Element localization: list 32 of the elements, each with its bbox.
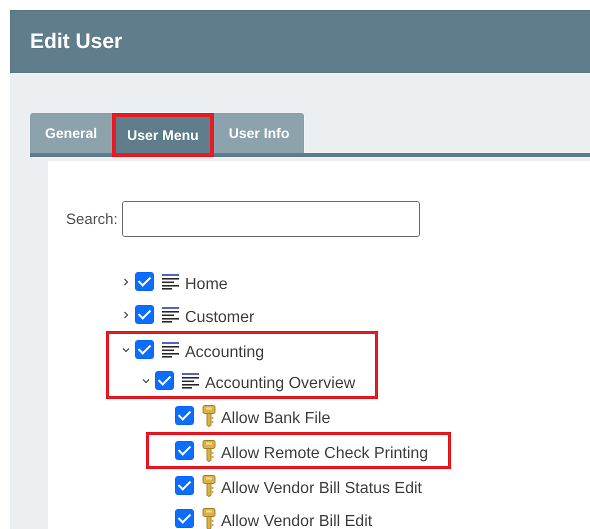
checkbox[interactable] [135, 340, 154, 359]
tree-item-label[interactable]: Allow Vendor Bill Edit [221, 512, 372, 529]
window-title: Edit User [30, 30, 122, 54]
search-field[interactable] [122, 201, 420, 237]
checkbox[interactable] [155, 371, 174, 390]
menu-lines-icon [162, 306, 180, 322]
tree-item-label[interactable]: Home [185, 276, 228, 294]
chevron-right-icon[interactable] [122, 278, 130, 286]
tree-item-label[interactable]: Accounting [185, 344, 264, 362]
tree-item-label[interactable]: Allow Remote Check Printing [221, 444, 428, 462]
search-label: Search: [66, 210, 118, 228]
key-icon [202, 474, 216, 496]
chevron-right-icon[interactable] [122, 310, 130, 318]
checkbox[interactable] [135, 272, 154, 291]
checkbox[interactable] [175, 509, 194, 528]
checkbox[interactable] [135, 305, 154, 324]
key-icon [202, 508, 216, 529]
menu-lines-icon [182, 372, 200, 388]
tree-item-label[interactable]: Allow Vendor Bill Status Edit [221, 480, 422, 498]
checkbox[interactable] [175, 406, 194, 425]
menu-lines-icon [162, 342, 180, 358]
chevron-down-icon[interactable] [142, 376, 150, 384]
tree-item-label[interactable]: Allow Bank File [221, 410, 330, 428]
key-icon [202, 440, 216, 462]
chevron-down-icon[interactable] [122, 346, 130, 354]
key-icon [202, 404, 216, 426]
checkbox[interactable] [175, 476, 194, 495]
tab[interactable]: User Menu [112, 113, 214, 157]
checkbox[interactable] [175, 441, 194, 460]
menu-lines-icon [162, 274, 180, 290]
tree-item-label[interactable]: Customer [185, 308, 254, 326]
tree-item-label[interactable]: Accounting Overview [205, 374, 356, 392]
